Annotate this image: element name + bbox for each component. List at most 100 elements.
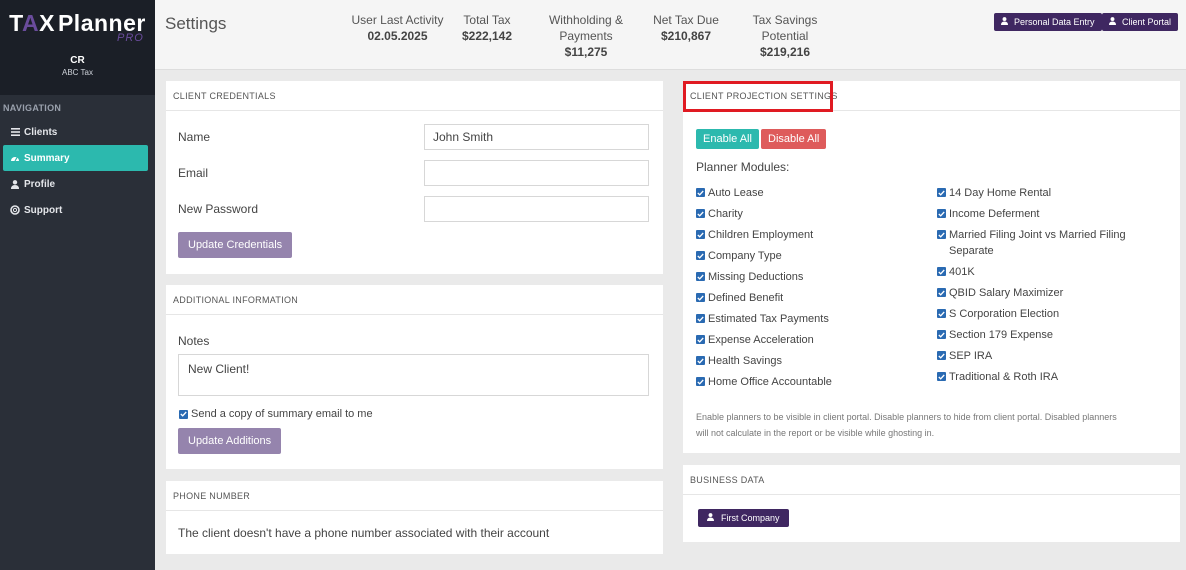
- module-checkbox[interactable]: [696, 188, 705, 197]
- email-input[interactable]: [424, 160, 649, 186]
- sidebar-item-label: Summary: [24, 152, 70, 164]
- name-input[interactable]: John Smith: [424, 124, 649, 150]
- nav-list: Clients Summary Profile Support: [0, 119, 155, 223]
- planner-module-item[interactable]: 401K: [937, 264, 1157, 280]
- planner-module-item[interactable]: Expense Acceleration: [696, 332, 921, 348]
- page-title: Settings: [165, 14, 227, 33]
- module-label: Children Employment: [708, 229, 814, 241]
- stat-label: Net Tax Due: [653, 13, 719, 27]
- first-company-button[interactable]: First Company: [698, 509, 789, 527]
- sidebar-item-label: Clients: [24, 126, 58, 138]
- module-checkbox[interactable]: [937, 230, 946, 239]
- sidebar-item-summary[interactable]: Summary: [3, 145, 148, 171]
- module-checkbox[interactable]: [696, 314, 705, 323]
- module-checkbox[interactable]: [696, 293, 705, 302]
- planner-module-item[interactable]: Health Savings: [696, 353, 921, 369]
- module-label: Auto Lease: [708, 187, 764, 199]
- planner-module-item[interactable]: SEP IRA: [937, 348, 1157, 364]
- stat-label: User Last Activity: [351, 13, 444, 27]
- module-checkbox[interactable]: [696, 230, 705, 239]
- notes-label: Notes: [178, 334, 210, 348]
- user-icon: [707, 513, 714, 523]
- planner-module-item[interactable]: 14 Day Home Rental: [937, 185, 1157, 201]
- new-password-input[interactable]: [424, 196, 649, 222]
- module-checkbox[interactable]: [937, 330, 946, 339]
- user-icon: [1109, 17, 1116, 27]
- sidebar-item-label: Support: [24, 204, 63, 216]
- module-checkbox[interactable]: [696, 335, 705, 344]
- stat-label: Withholding &: [548, 13, 624, 27]
- stat-last-activity: User Last Activity 02.05.2025: [345, 12, 450, 44]
- module-checkbox[interactable]: [696, 377, 705, 386]
- module-label: Income Deferment: [949, 208, 1040, 220]
- send-copy-label: Send a copy of summary email to me: [191, 408, 373, 420]
- planner-module-item[interactable]: Missing Deductions: [696, 269, 921, 285]
- sidebar-item-clients[interactable]: Clients: [3, 119, 148, 145]
- module-checkbox[interactable]: [696, 356, 705, 365]
- panel-heading: PHONE NUMBER: [166, 481, 663, 511]
- module-checkbox[interactable]: [937, 351, 946, 360]
- module-checkbox[interactable]: [937, 372, 946, 381]
- module-checkbox[interactable]: [696, 272, 705, 281]
- module-checkbox[interactable]: [937, 188, 946, 197]
- panel-heading: CLIENT CREDENTIALS: [166, 81, 663, 111]
- panel-heading: ADDITIONAL INFORMATION: [166, 285, 663, 315]
- planner-module-item[interactable]: Traditional & Roth IRA: [937, 369, 1157, 385]
- sidebar-item-profile[interactable]: Profile: [3, 171, 148, 197]
- module-checkbox[interactable]: [937, 288, 946, 297]
- planner-module-item[interactable]: Home Office Accountable: [696, 374, 921, 390]
- planner-module-item[interactable]: Income Deferment: [937, 206, 1157, 222]
- module-label: Health Savings: [708, 355, 782, 367]
- stat-net-tax-due: Net Tax Due $210,867: [649, 12, 723, 44]
- sidebar-item-support[interactable]: Support: [3, 197, 148, 223]
- planner-module-item[interactable]: Defined Benefit: [696, 290, 921, 306]
- highlight-annotation: [683, 81, 833, 112]
- planner-module-item[interactable]: Estimated Tax Payments: [696, 311, 921, 327]
- module-label: Expense Acceleration: [708, 334, 814, 346]
- additional-information-panel: ADDITIONAL INFORMATION Notes New Client!…: [166, 285, 663, 469]
- lifebuoy-icon: [10, 205, 20, 215]
- stat-total-tax: Total Tax $222,142: [455, 12, 519, 44]
- sidebar-item-label: Profile: [24, 178, 56, 190]
- planner-module-item[interactable]: S Corporation Election: [937, 306, 1157, 322]
- module-label: 14 Day Home Rental: [949, 187, 1052, 199]
- stat-label: Tax Savings: [752, 13, 818, 27]
- personal-data-entry-button[interactable]: Personal Data Entry: [994, 13, 1102, 31]
- list-icon: [10, 127, 20, 137]
- update-credentials-button[interactable]: Update Credentials: [178, 232, 293, 258]
- module-checkbox[interactable]: [937, 209, 946, 218]
- planner-module-item[interactable]: Children Employment: [696, 227, 921, 243]
- client-credentials-panel: CLIENT CREDENTIALS Name John Smith Email…: [166, 81, 663, 274]
- user-initials: CR: [70, 55, 85, 66]
- top-header: Settings User Last Activity 02.05.2025 T…: [155, 0, 1186, 70]
- name-label: Name: [178, 130, 211, 144]
- planner-module-item[interactable]: Company Type: [696, 248, 921, 264]
- panel-heading: BUSINESS DATA: [683, 465, 1180, 495]
- module-label: Home Office Accountable: [708, 376, 832, 388]
- module-checkbox[interactable]: [937, 267, 946, 276]
- planner-module-item[interactable]: Married Filing Joint vs Married Filing S…: [937, 227, 1157, 259]
- disable-all-button[interactable]: Disable All: [761, 129, 827, 149]
- module-checkbox[interactable]: [937, 309, 946, 318]
- planner-module-item[interactable]: Auto Lease: [696, 185, 921, 201]
- module-checkbox[interactable]: [696, 251, 705, 260]
- enable-all-button[interactable]: Enable All: [696, 129, 759, 149]
- logo-pro: PRO: [117, 32, 144, 44]
- new-password-label: New Password: [178, 202, 259, 216]
- stat-value: 02.05.2025: [367, 29, 428, 43]
- module-label: 401K: [949, 266, 975, 278]
- client-portal-button[interactable]: Client Portal: [1102, 13, 1179, 31]
- logo-area: TAX Planner PRO CR ABC Tax: [0, 0, 155, 95]
- planner-module-item[interactable]: Charity: [696, 206, 921, 222]
- notes-textarea[interactable]: New Client!: [178, 354, 649, 396]
- module-label: Missing Deductions: [708, 271, 804, 283]
- update-additions-button[interactable]: Update Additions: [178, 428, 282, 454]
- planner-module-item[interactable]: QBID Salary Maximizer: [937, 285, 1157, 301]
- phone-number-panel: PHONE NUMBER The client doesn't have a p…: [166, 481, 663, 554]
- send-copy-checkbox[interactable]: [179, 409, 188, 419]
- app-logo[interactable]: TAX Planner PRO: [9, 10, 146, 44]
- module-checkbox[interactable]: [696, 209, 705, 218]
- nav-heading: NAVIGATION: [3, 103, 62, 113]
- send-copy-row[interactable]: Send a copy of summary email to me: [179, 408, 373, 420]
- planner-module-item[interactable]: Section 179 Expense: [937, 327, 1157, 343]
